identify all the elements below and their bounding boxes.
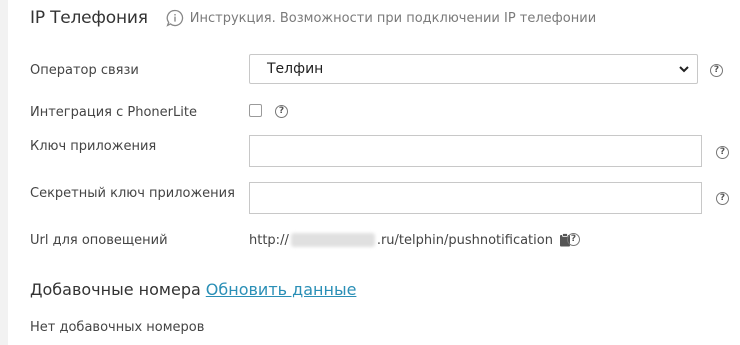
notify-url-suffix: .ru/telphin/pushnotification [376, 232, 553, 248]
notify-url-prefix: http:// [249, 232, 289, 248]
phonerlite-help-icon[interactable]: ? [275, 105, 288, 118]
speech-bubble-info-icon [166, 9, 184, 27]
refresh-data-link[interactable]: Обновить данные [206, 280, 357, 299]
page-header: IP Телефония Инструкция. Возможности при… [30, 6, 596, 30]
extensions-title: Добавочные номера [30, 280, 201, 299]
app-key-label: Ключ приложения [30, 139, 157, 154]
chevron-down-icon [677, 62, 691, 76]
notify-url-help-icon[interactable]: ? [567, 233, 580, 246]
secret-key-help-icon[interactable]: ? [716, 192, 729, 205]
instruction-text: Инструкция. Возможности при подключении … [189, 10, 597, 26]
instruction-link[interactable]: Инструкция. Возможности при подключении … [166, 9, 596, 27]
app-key-help-icon[interactable]: ? [716, 146, 729, 159]
notify-url-label: Url для оповещений [30, 233, 168, 248]
operator-select-value: Телфин [267, 61, 324, 77]
operator-select[interactable]: Телфин [249, 54, 698, 84]
left-border [0, 0, 8, 345]
redacted-domain [290, 233, 375, 247]
secret-key-label: Секретный ключ приложения [30, 186, 235, 201]
notify-url-value: http:// .ru/telphin/pushnotification [249, 231, 571, 249]
phonerlite-label: Интеграция с PhonerLite [30, 105, 197, 120]
page-title: IP Телефония [30, 8, 148, 28]
secret-key-input[interactable] [249, 182, 702, 214]
operator-label: Оператор связи [30, 63, 139, 78]
app-key-input[interactable] [249, 135, 702, 167]
extensions-section-header: Добавочные номера Обновить данные [30, 280, 356, 299]
phonerlite-checkbox[interactable] [249, 104, 262, 117]
extensions-empty-text: Нет добавочных номеров [30, 320, 205, 335]
operator-help-icon[interactable]: ? [710, 64, 723, 77]
